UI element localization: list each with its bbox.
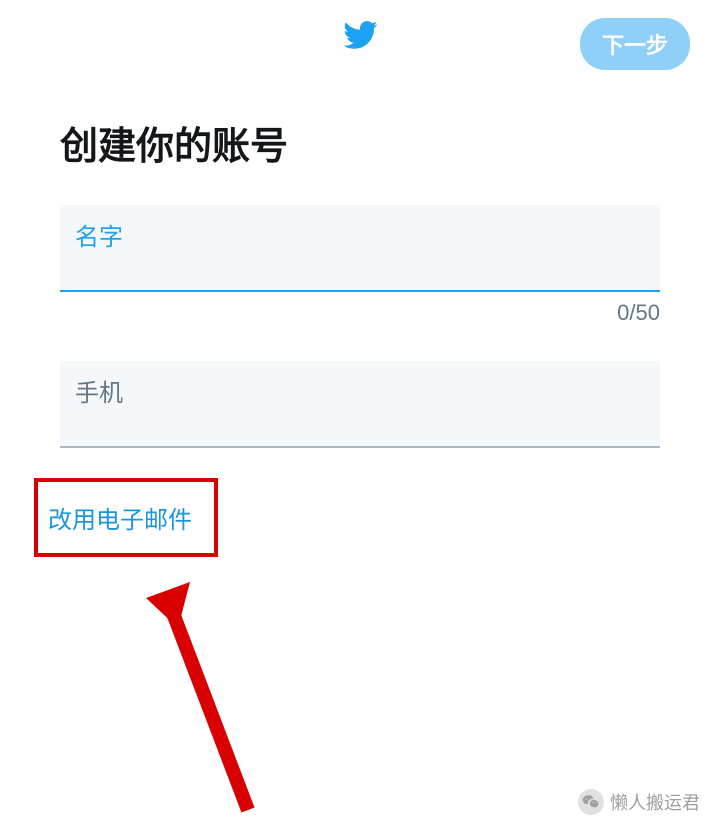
name-input[interactable]: 名字 xyxy=(60,205,660,292)
annotation-arrow-icon xyxy=(138,580,278,830)
next-button[interactable]: 下一步 xyxy=(580,18,690,70)
name-input-label: 名字 xyxy=(75,217,645,252)
use-email-link[interactable]: 改用电子邮件 xyxy=(48,507,192,534)
highlight-box: 改用电子邮件 xyxy=(34,478,218,557)
phone-input-label: 手机 xyxy=(75,373,645,408)
twitter-logo-icon xyxy=(342,17,378,58)
name-char-counter: 0/50 xyxy=(60,300,660,326)
page-title: 创建你的账号 xyxy=(60,115,660,170)
content-area: 创建你的账号 名字 0/50 手机 改用电子邮件 xyxy=(0,115,720,557)
phone-input[interactable]: 手机 xyxy=(60,361,660,448)
wechat-icon xyxy=(578,789,604,815)
watermark-text: 懒人搬运君 xyxy=(610,789,700,815)
watermark: 懒人搬运君 xyxy=(578,789,700,815)
header: 下一步 xyxy=(0,0,720,75)
